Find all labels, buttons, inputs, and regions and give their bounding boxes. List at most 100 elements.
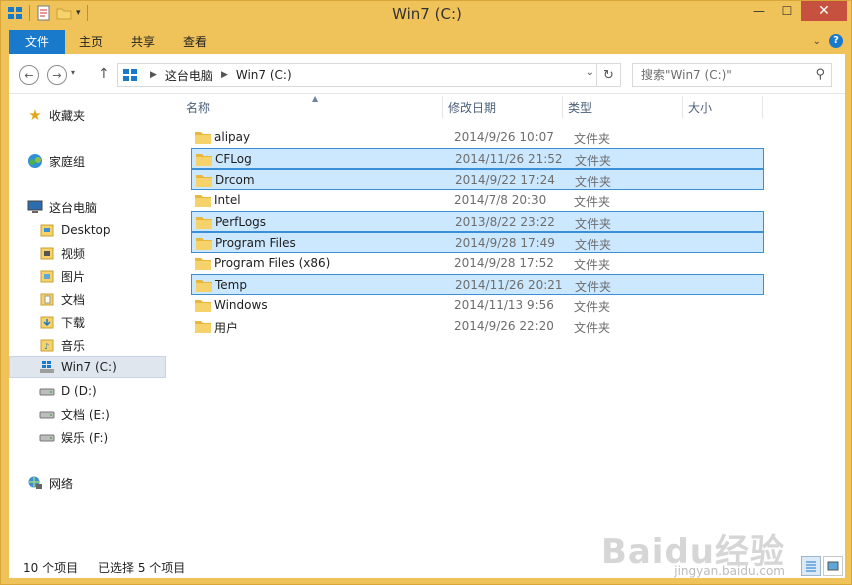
help-icon[interactable]: ? [829, 34, 843, 48]
maximize-button[interactable]: ☐ [773, 1, 801, 21]
folder-icon [195, 195, 211, 207]
back-arrow-icon[interactable]: ← [19, 65, 39, 85]
sidebar-item-videos[interactable]: 视频 [39, 242, 85, 264]
sidebar-item-label: 音乐 [61, 338, 86, 353]
file-type: 文件夹 [574, 195, 611, 209]
folder-icon [195, 321, 211, 333]
file-row[interactable]: Program Files (x86) 2014/9/28 17:52 文件夹 [191, 253, 764, 274]
sidebar-item-label: 收藏夹 [49, 108, 86, 123]
folder-icon [196, 154, 212, 166]
breadcrumb-chevron-icon[interactable]: ▶ [221, 70, 228, 80]
downloads-folder-icon [39, 314, 55, 330]
column-divider[interactable] [562, 96, 563, 118]
file-name: PerfLogs [215, 215, 267, 229]
forward-arrow-icon[interactable]: → [47, 65, 67, 85]
file-row[interactable]: Program Files 2014/9/28 17:49 文件夹 [191, 232, 764, 253]
ribbon-tabs: 文件 主页 共享 查看 ⌄ ? [9, 30, 845, 54]
sidebar-item-label: 下载 [61, 315, 86, 330]
minimize-button[interactable]: — [745, 1, 773, 21]
column-divider[interactable] [442, 96, 443, 118]
folder-icon [196, 238, 212, 250]
file-type: 文件夹 [574, 300, 611, 314]
column-header-date[interactable]: 修改日期 [448, 94, 496, 120]
file-row[interactable]: Intel 2014/7/8 20:30 文件夹 [191, 190, 764, 211]
file-row[interactable]: 用户 2014/9/26 22:20 文件夹 [191, 316, 764, 337]
tab-view[interactable]: 查看 [169, 30, 221, 54]
file-type: 文件夹 [575, 154, 612, 168]
tab-share[interactable]: 共享 [117, 30, 169, 54]
breadcrumb: ▶ 这台电脑 ▶ Win7 (C:) [142, 67, 292, 84]
selection-count: 已选择 5 个项目 [98, 561, 186, 575]
large-icons-view-icon[interactable] [823, 556, 843, 576]
sidebar-item-label: 网络 [49, 476, 74, 491]
sidebar-item-downloads[interactable]: 下载 [39, 311, 85, 333]
search-box[interactable]: ⚲ [632, 63, 832, 87]
folder-icon [195, 300, 211, 312]
windows-drive-icon [39, 359, 55, 375]
sidebar-item-drive-d[interactable]: D (D:) [39, 380, 97, 402]
computer-icon [27, 199, 43, 215]
address-bar[interactable]: ▶ 这台电脑 ▶ Win7 (C:) ⌄ ↻ [117, 63, 621, 87]
video-folder-icon [39, 245, 55, 261]
column-divider[interactable] [682, 96, 683, 118]
column-header-type[interactable]: 类型 [568, 94, 592, 120]
file-name: Windows [214, 298, 268, 312]
drive-icon [39, 406, 55, 422]
drive-icon [39, 383, 55, 399]
column-header-size[interactable]: 大小 [688, 94, 712, 120]
sidebar-item-favorites[interactable]: ★ 收藏夹 [27, 104, 85, 126]
sidebar-item-label: Desktop [61, 223, 111, 237]
file-row[interactable]: Drcom 2014/9/22 17:24 文件夹 [191, 169, 764, 190]
file-row[interactable]: alipay 2014/9/26 10:07 文件夹 [191, 127, 764, 148]
title-bar: ▾ Win7 (C:) — ☐ ✕ [1, 1, 852, 29]
file-row[interactable]: Windows 2014/11/13 9:56 文件夹 [191, 295, 764, 316]
file-row[interactable]: CFLog 2014/11/26 21:52 文件夹 [191, 148, 764, 169]
sidebar-item-label: 娱乐 (F:) [61, 430, 109, 445]
breadcrumb-drive[interactable]: Win7 (C:) [236, 68, 292, 82]
column-header-name[interactable]: 名称 [186, 94, 210, 120]
file-row[interactable]: PerfLogs 2013/8/22 23:22 文件夹 [191, 211, 764, 232]
sidebar-item-documents[interactable]: 文档 [39, 288, 85, 310]
column-header-label: 类型 [568, 100, 593, 115]
sidebar-item-drive-c[interactable]: Win7 (C:) [9, 356, 166, 378]
close-button[interactable]: ✕ [801, 1, 847, 21]
details-view-icon[interactable] [801, 556, 821, 576]
file-row[interactable]: Temp 2014/11/26 20:21 文件夹 [191, 274, 764, 295]
up-arrow-icon[interactable]: ↑ [98, 66, 110, 82]
desktop-folder-icon [39, 222, 55, 238]
column-divider[interactable] [762, 96, 763, 118]
sidebar-item-this-pc[interactable]: 这台电脑 [27, 196, 97, 218]
sidebar-item-drive-e[interactable]: 文档 (E:) [39, 403, 110, 425]
file-type: 文件夹 [574, 321, 611, 335]
tab-home[interactable]: 主页 [65, 30, 117, 54]
column-header-label: 大小 [688, 100, 713, 115]
svg-text:♪: ♪ [44, 342, 49, 351]
drive-icon [39, 429, 55, 445]
breadcrumb-this-pc[interactable]: 这台电脑 [165, 67, 213, 84]
sidebar-item-music[interactable]: ♪ 音乐 [39, 334, 85, 356]
file-name: alipay [214, 130, 251, 144]
file-name: Intel [214, 193, 241, 207]
file-name: Program Files (x86) [214, 256, 331, 270]
refresh-icon[interactable]: ↻ [596, 64, 620, 86]
expand-ribbon-chevron-icon[interactable]: ⌄ [813, 36, 821, 47]
file-type: 文件夹 [575, 280, 612, 294]
file-type: 文件夹 [575, 238, 612, 252]
recent-locations-chevron-icon[interactable]: ▾ [71, 68, 75, 77]
tab-file[interactable]: 文件 [9, 30, 66, 54]
sidebar-item-pictures[interactable]: 图片 [39, 265, 85, 287]
file-modified-date: 2014/9/22 17:24 [455, 173, 555, 187]
explorer-client: ← → ▾ ↑ ▶ 这台电脑 ▶ Win7 (C:) ⌄ ↻ 搜索"Win7 (… [9, 54, 845, 578]
address-history-chevron-icon[interactable]: ⌄ [586, 67, 594, 78]
breadcrumb-chevron-icon[interactable]: ▶ [150, 70, 157, 80]
search-input[interactable] [633, 64, 803, 86]
sidebar-item-drive-f[interactable]: 娱乐 (F:) [39, 426, 108, 448]
sidebar-item-homegroup[interactable]: 家庭组 [27, 150, 85, 172]
search-icon[interactable]: ⚲ [815, 67, 825, 82]
sidebar-item-network[interactable]: 网络 [27, 472, 73, 494]
file-type: 文件夹 [575, 217, 612, 231]
sidebar-item-desktop[interactable]: Desktop [39, 219, 111, 241]
file-modified-date: 2014/11/13 9:56 [454, 298, 554, 312]
watermark-url: jingyan.baidu.com [674, 564, 785, 578]
file-modified-date: 2014/9/28 17:49 [455, 236, 555, 250]
